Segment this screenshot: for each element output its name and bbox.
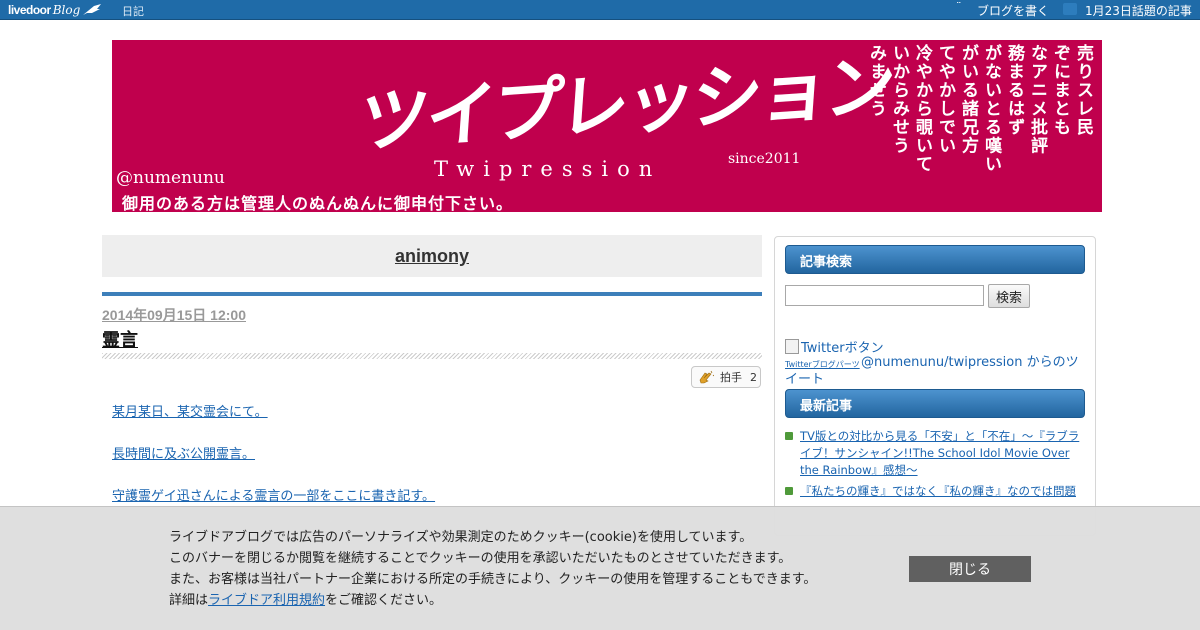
- clap-count: 2: [750, 370, 757, 384]
- post-divider: [102, 292, 762, 296]
- recent-post-link[interactable]: TV版との対比から見る「不安」と「不在」～『ラブライブ！サンシャイン!!The …: [800, 428, 1085, 479]
- search-section-heading: 記事検索: [785, 245, 1085, 274]
- post-title[interactable]: 霊言: [102, 326, 138, 352]
- poem-column: 冷やから覗いて: [912, 44, 932, 174]
- banner-roman-title: Twipression: [434, 157, 662, 181]
- post-body-line[interactable]: 長時間に及ぶ公開霊言。: [112, 443, 255, 462]
- post-body-line[interactable]: 某月某日、某交霊会にて。: [112, 401, 268, 420]
- banner-message: 御用のある方は管理人のぬんぬんに御申付下さい。: [122, 194, 514, 212]
- bird-icon: [83, 4, 102, 15]
- category-title-box: animony: [102, 235, 762, 277]
- topbar-separator: [1063, 3, 1077, 15]
- cookie-line-suffix: をご確認ください。: [325, 593, 443, 608]
- blog-header-banner[interactable]: ツイプレッション Twipression since2011 @numenunu…: [112, 40, 1102, 212]
- poem-column: 務まるはず: [1004, 44, 1024, 137]
- cookie-message: ライブドアブログでは広告のパーソナライズや効果測定のためクッキー(cookie)…: [169, 527, 816, 611]
- banner-vertical-poem: 売りスレ民 ぞにまとも なアニメ批評 務まるはず がないとる嘆い がいる諸兄方 …: [866, 44, 1093, 206]
- clap-label: 拍手: [720, 371, 742, 384]
- recent-posts-heading: 最新記事: [785, 389, 1085, 418]
- post-date[interactable]: 2014年09月15日 12:00: [102, 305, 246, 325]
- post-body-line[interactable]: 守護霊ゲイ迅さんによる霊言の一部をここに書き記す。: [112, 485, 435, 504]
- livedoor-blog-logo[interactable]: livedoor Blog: [8, 1, 102, 19]
- poem-column: てやかしでい: [935, 44, 955, 155]
- nav-diary-link[interactable]: 日記: [122, 3, 144, 19]
- cookie-consent-banner: ライブドアブログでは広告のパーソナライズや効果測定のためクッキー(cookie)…: [0, 506, 1200, 630]
- poem-column: いからみせう: [889, 44, 909, 155]
- recent-post-item[interactable]: 『私たちの輝き』ではなく『私の輝き』なのでは問題: [785, 483, 1085, 500]
- twitter-parts-link[interactable]: Twitterブログパーツ: [785, 359, 860, 370]
- top-navbar: livedoor Blog 日記 ¨ ブログを書く 1月23日話題の記事: [0, 0, 1200, 20]
- poem-column: ぞにまとも: [1050, 44, 1070, 137]
- broken-image-icon: [785, 339, 799, 354]
- poem-column: なアニメ批評: [1027, 44, 1047, 155]
- terms-of-use-link[interactable]: ライブドア利用規約: [208, 593, 325, 608]
- bullet-icon: [785, 432, 793, 440]
- recent-post-item[interactable]: TV版との対比から見る「不安」と「不在」～『ラブライブ！サンシャイン!!The …: [785, 428, 1085, 479]
- search-input[interactable]: [785, 285, 984, 306]
- clap-button[interactable]: 拍手 2: [691, 366, 761, 388]
- cookie-close-button[interactable]: 閉じる: [909, 556, 1031, 582]
- write-blog-link[interactable]: ブログを書く: [977, 2, 1049, 19]
- poem-column: がないとる嘆い: [981, 44, 1001, 174]
- banner-title: ツイプレッション: [356, 43, 895, 164]
- cookie-line-prefix: 詳細は: [169, 593, 209, 608]
- clap-icon: [699, 370, 714, 384]
- recent-post-link[interactable]: 『私たちの輝き』ではなく『私の輝き』なのでは問題: [800, 483, 1076, 500]
- logo-blog-text: Blog: [52, 3, 81, 17]
- logo-text: livedoor: [8, 3, 51, 17]
- cookie-line: ライブドアブログでは広告のパーソナライズや効果測定のためクッキー(cookie)…: [169, 530, 753, 545]
- cookie-line: 詳細はライブドア利用規約をご確認ください。: [169, 590, 816, 611]
- cookie-line: このバナーを閉じるか閲覧を継続することでクッキーの使用を承認いただいたものとさせ…: [169, 551, 792, 566]
- banner-handle: @numenunu: [116, 168, 225, 188]
- banner-since: since2011: [728, 151, 801, 167]
- search-button[interactable]: 検索: [988, 284, 1030, 308]
- topbar-dots: ¨: [956, 0, 962, 13]
- category-title-link[interactable]: animony: [395, 246, 469, 267]
- post-title-underline: [102, 353, 762, 359]
- poem-column: 売りスレ民: [1073, 44, 1093, 137]
- poem-column: がいる諸兄方: [958, 44, 978, 155]
- cookie-line: また、お客様は当社パートナー企業における所定の手続きにより、クッキーの使用を管理…: [169, 572, 817, 587]
- bullet-icon: [785, 487, 793, 495]
- poem-column: みませう: [866, 44, 886, 118]
- hot-topic-link[interactable]: 1月23日話題の記事: [1085, 2, 1192, 19]
